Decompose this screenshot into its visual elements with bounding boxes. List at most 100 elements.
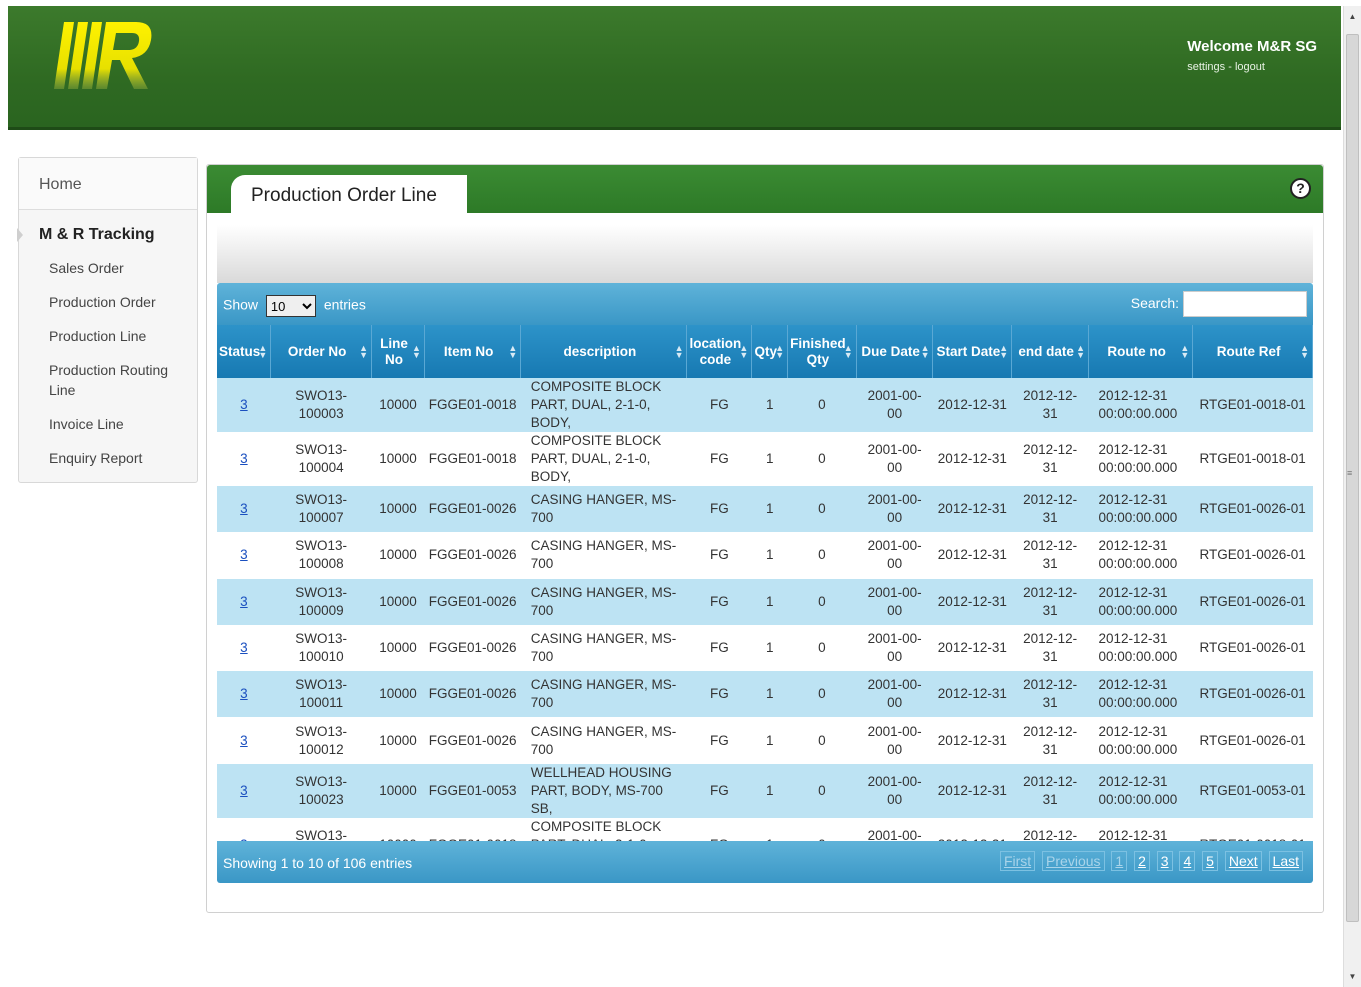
pager-last-button[interactable]: Last [1268, 851, 1303, 871]
table-row[interactable]: 3 SWO13-100011 10000 FGGE01-0026 CASING HANG… [217, 671, 1313, 718]
sort-icon: ▲ ▼ [1180, 342, 1190, 360]
column-header-status[interactable]: Status ▲ ▼ [217, 325, 272, 378]
cell-status[interactable]: 3 [217, 578, 271, 625]
column-header-label: Order No [287, 343, 347, 359]
cell-qty: 1 [751, 486, 788, 533]
scroll-down-arrow-icon[interactable]: ▼ [1344, 968, 1361, 985]
column-header-finished-qty[interactable]: Finished Qty ▲ ▼ [787, 325, 857, 378]
cell-order-no: SWO13-100003 [270, 378, 372, 432]
cell-status[interactable]: 3 [217, 378, 271, 432]
status-link[interactable]: 3 [240, 501, 248, 516]
top-header: Welcome M&R SG settings - logout [8, 6, 1341, 130]
cell-due-date: 2001-00-00 [856, 532, 933, 579]
logout-link[interactable]: logout [1235, 61, 1265, 73]
cell-status[interactable]: 3 [217, 432, 271, 486]
column-header-qty[interactable]: Qty ▲ ▼ [751, 325, 789, 378]
column-header-route-no[interactable]: Route no ▲ ▼ [1088, 325, 1194, 378]
cell-status[interactable]: 3 [217, 486, 271, 533]
status-link[interactable]: 3 [240, 733, 248, 748]
cell-start-date: 2012-12-31 [932, 624, 1012, 672]
table-row[interactable]: 3 SWO13-100003 10000 FGGE01-0018 COMPOSITE B… [217, 378, 1313, 432]
column-header-description[interactable]: description ▲ ▼ [520, 325, 688, 378]
entries-select[interactable]: 10 [265, 295, 316, 317]
cell-due-date: 2001-00-00 [856, 432, 933, 486]
cell-end-date: 2012-12-31 [1011, 378, 1089, 432]
status-link[interactable]: 3 [240, 594, 248, 609]
table-toolbar: Show 10 entries Search: [217, 283, 1313, 325]
help-icon[interactable]: ? [1290, 178, 1311, 199]
cell-qty: 1 [751, 432, 788, 486]
cell-description: CASING HANGER, MS-700 [520, 717, 687, 764]
sidebar-home[interactable]: Home [19, 158, 197, 210]
column-header-order-no[interactable]: Order No ▲ ▼ [270, 325, 373, 378]
cell-status[interactable]: 3 [217, 717, 271, 764]
sort-icon: ▲ ▼ [920, 342, 930, 360]
cell-location-code: FG [686, 763, 752, 818]
column-header-label: Start Date [936, 343, 1001, 359]
cell-location-code: FG [686, 578, 752, 625]
entries-label: entries [323, 296, 366, 313]
table-row[interactable]: 3 SWO13-100023 10000 FGGE01-0053 WELLHEAD HO… [217, 763, 1313, 818]
cell-status[interactable]: 3 [217, 532, 271, 579]
pager-page-3[interactable]: 3 [1156, 851, 1173, 871]
cell-item-no: FGGE01-0026 [424, 717, 521, 764]
table-row[interactable]: 3 SWO13-100010 10000 FGGE01-0026 CASING HANG… [217, 624, 1313, 672]
cell-route-ref: RTGE01-0053-01 [1192, 763, 1313, 818]
cell-location-code: FG [686, 486, 752, 533]
column-header-label: Due Date [861, 343, 920, 359]
cell-qty: 1 [751, 378, 788, 432]
sidebar-section-tracking[interactable]: M & R Tracking [17, 210, 197, 252]
cell-order-no: SWO13-100023 [270, 763, 372, 818]
sidebar-item-enquiry-report[interactable]: Enquiry Report [49, 442, 197, 476]
sidebar-item-production-routing-line[interactable]: Production Routing Line [49, 354, 197, 408]
pager-previous-button[interactable]: Previous [1042, 851, 1105, 871]
column-header-route-ref[interactable]: Route Ref ▲ ▼ [1192, 325, 1313, 378]
pager-page-4[interactable]: 4 [1179, 851, 1196, 871]
scroll-up-arrow-icon[interactable]: ▲ [1344, 8, 1361, 25]
sidebar-item-sales-order[interactable]: Sales Order [49, 252, 197, 286]
table-row[interactable]: 3 SWO13-100009 10000 FGGE01-0026 CASING HANG… [217, 578, 1313, 625]
status-link[interactable]: 3 [240, 451, 248, 466]
cell-route-ref: RTGE01-0026-01 [1192, 717, 1313, 764]
status-link[interactable]: 3 [240, 686, 248, 701]
sidebar-items: Sales Order Production Order Production … [19, 252, 197, 476]
cell-start-date: 2012-12-31 [932, 717, 1012, 764]
table-row[interactable]: 3 SWO13-100008 10000 FGGE01-0026 CASING HANG… [217, 532, 1313, 579]
cell-qty: 1 [751, 763, 788, 818]
pager-page-2[interactable]: 2 [1134, 851, 1150, 871]
column-header-end-date[interactable]: end date ▲ ▼ [1011, 325, 1089, 378]
table-row[interactable]: 3 SWO13-100012 10000 FGGE01-0026 CASING HANG… [217, 717, 1313, 764]
cell-status[interactable]: 3 [217, 671, 271, 718]
scroll-thumb[interactable] [1346, 34, 1359, 922]
column-header-location-code[interactable]: location code ▲ ▼ [686, 325, 753, 378]
search-input[interactable] [1183, 291, 1307, 317]
column-header-item-no[interactable]: Item No ▲ ▼ [424, 325, 522, 378]
sidebar-item-invoice-line[interactable]: Invoice Line [49, 408, 197, 442]
welcome-block: Welcome M&R SG settings - logout [1187, 38, 1317, 73]
cell-location-code: FG [686, 671, 752, 718]
column-header-label: Finished Qty [790, 335, 846, 367]
status-link[interactable]: 3 [240, 397, 248, 412]
table-row[interactable]: 3 SWO13-100007 10000 FGGE01-0026 CASING HANG… [217, 486, 1313, 533]
sidebar-item-production-order[interactable]: Production Order [49, 286, 197, 320]
cell-finished-qty: 0 [787, 717, 857, 764]
table-row[interactable]: 3 SWO13-100004 10000 FGGE01-0018 COMPOSITE B… [217, 432, 1313, 486]
column-header-due-date[interactable]: Due Date ▲ ▼ [856, 325, 934, 378]
pager-first-button[interactable]: First [999, 851, 1036, 871]
pager-page-5[interactable]: 5 [1202, 851, 1218, 871]
settings-link[interactable]: settings [1187, 61, 1225, 73]
status-link[interactable]: 3 [240, 640, 248, 655]
pager-page-1[interactable]: 1 [1111, 851, 1128, 871]
cell-due-date: 2001-00-00 [856, 671, 933, 718]
status-link[interactable]: 3 [240, 783, 248, 798]
pager-next-button[interactable]: Next [1224, 851, 1262, 871]
cell-status[interactable]: 3 [217, 763, 271, 818]
page-scrollbar[interactable]: ▲ ≡ ▼ [1343, 6, 1361, 987]
sidebar-item-production-line[interactable]: Production Line [49, 320, 197, 354]
status-link[interactable]: 3 [240, 547, 248, 562]
cell-status[interactable]: 3 [217, 624, 271, 672]
cell-route-no: 2012-12-31 00:00:00.000 [1088, 671, 1193, 718]
column-header-start-date[interactable]: Start Date ▲ ▼ [932, 325, 1013, 378]
cell-qty: 1 [751, 717, 788, 764]
column-header-line-no[interactable]: Line No ▲ ▼ [371, 325, 425, 378]
